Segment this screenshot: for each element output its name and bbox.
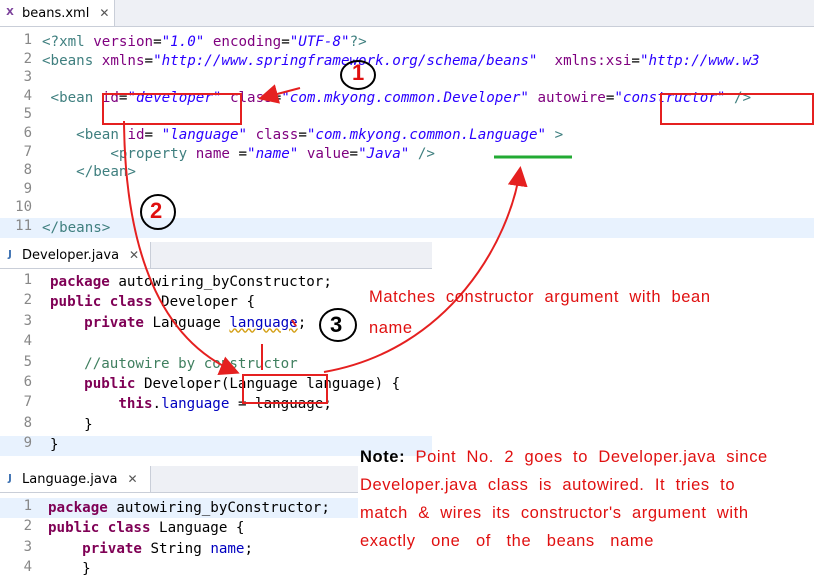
arrow-3b bbox=[291, 319, 297, 327]
match-note-line2: name bbox=[369, 319, 413, 337]
marker-3: 3 bbox=[330, 312, 343, 337]
note-block: Note: Point No. 2 goes to Developer.java… bbox=[360, 448, 814, 551]
arrow-3 bbox=[323, 166, 528, 373]
match-note-line1: Matches constructor argument with bean bbox=[369, 288, 711, 306]
arrow-1 bbox=[258, 84, 301, 104]
note-label: Note: bbox=[360, 448, 406, 466]
note-text-1: Point No. 2 goes to Developer.java since bbox=[405, 448, 768, 466]
note-line-4: exactly one of the beans name bbox=[360, 532, 654, 550]
marker-2: 2 bbox=[150, 198, 163, 223]
marker-1: 1 bbox=[352, 60, 365, 85]
arrow-2 bbox=[123, 120, 240, 375]
note-line-3: match & wires its constructor's argument… bbox=[360, 504, 749, 522]
note-line-1: Note: Point No. 2 goes to Developer.java… bbox=[360, 448, 814, 467]
note-line-2: Developer.java class is autowired. It tr… bbox=[360, 476, 736, 494]
